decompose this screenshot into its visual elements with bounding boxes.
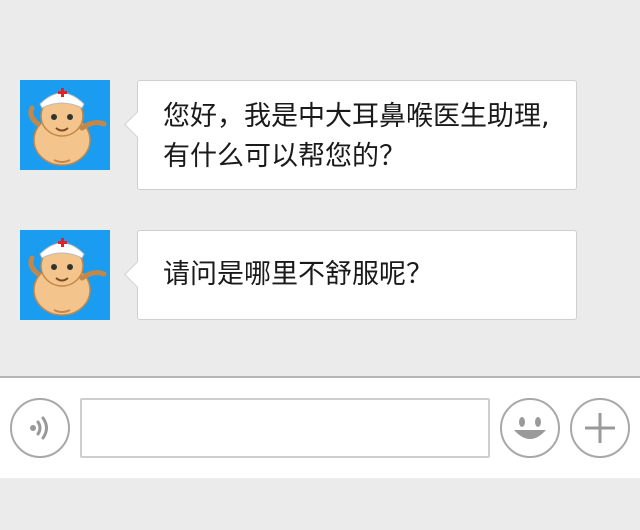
message-bubble: 请问是哪里不舒服呢？	[137, 230, 577, 320]
input-bar	[0, 376, 640, 478]
doctor-mascot-icon	[20, 230, 110, 320]
message-input[interactable]	[80, 398, 490, 458]
emoji-icon	[514, 417, 546, 439]
bottom-area	[0, 478, 640, 530]
plus-icon	[585, 413, 615, 443]
more-button[interactable]	[570, 398, 630, 458]
doctor-mascot-icon	[20, 80, 110, 170]
chat-area: 您好，我是中大耳鼻喉医生助理,有什么可以帮您的？ 请问是哪里不舒服呢？	[0, 0, 640, 376]
voice-icon	[30, 416, 48, 440]
message-bubble: 您好，我是中大耳鼻喉医生助理,有什么可以帮您的？	[137, 80, 577, 190]
bot-avatar[interactable]	[20, 80, 110, 170]
voice-button[interactable]	[10, 398, 70, 458]
emoji-button[interactable]	[500, 398, 560, 458]
bot-avatar[interactable]	[20, 230, 110, 320]
